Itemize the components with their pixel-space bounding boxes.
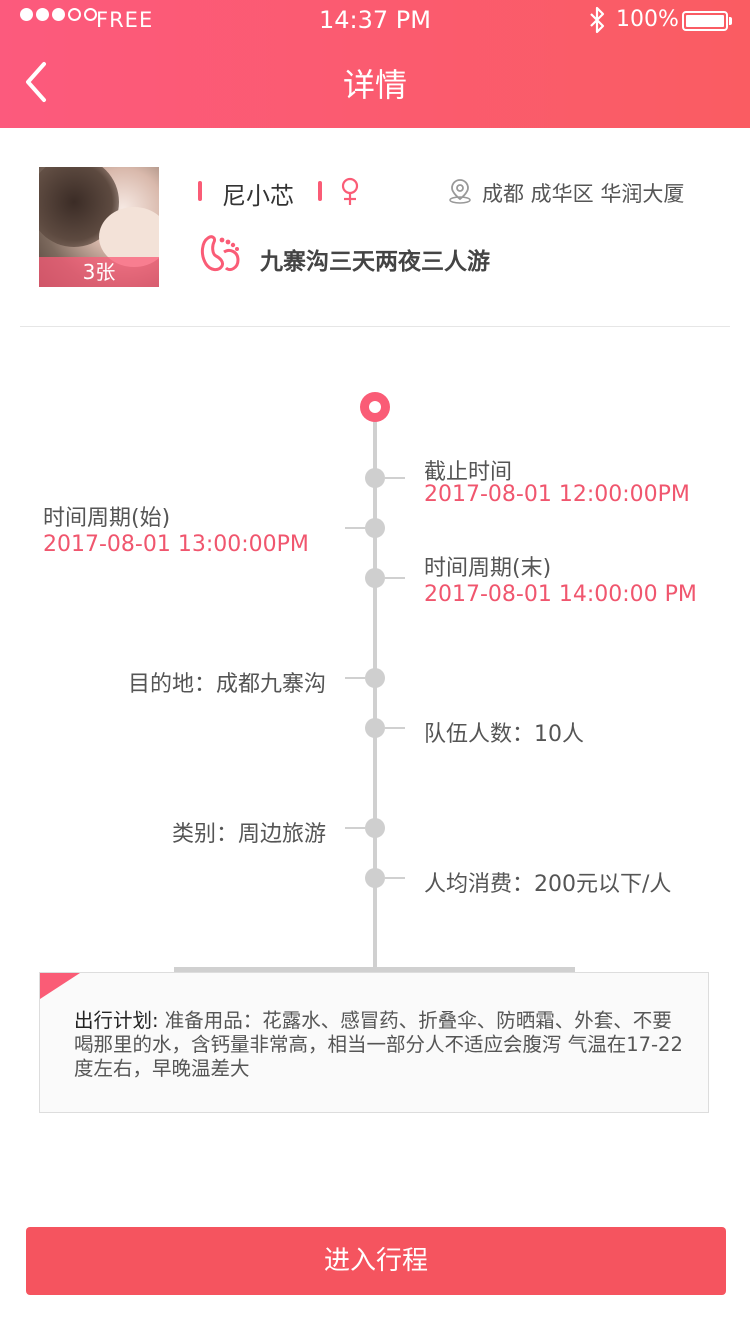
timeline-node — [365, 668, 385, 688]
timeline-tick — [385, 477, 405, 479]
female-icon — [341, 177, 359, 205]
plan-text: 出行计划: 准备用品：花露水、感冒药、折叠伞、防晒霜、外套、不要喝那里的水，含钙… — [74, 1009, 684, 1081]
plan-body: 准备用品：花露水、感冒药、折叠伞、防晒霜、外套、不要喝那里的水，含钙量非常高，相… — [74, 1009, 683, 1080]
app-header: FREE 14:37 PM 100% 详情 — [0, 0, 750, 128]
timeline-tick — [345, 827, 365, 829]
user-location: 成都 成华区 华润大厦 — [482, 182, 685, 206]
period-end-value: 2017-08-01 14:00:00 PM — [424, 582, 697, 607]
location-pin-icon — [449, 179, 471, 204]
timeline-node — [365, 518, 385, 538]
trip-title: 九寨沟三天两夜三人游 — [260, 249, 490, 275]
period-end-label: 时间周期(末) — [424, 556, 552, 581]
timeline-tick — [385, 727, 405, 729]
name-bar-right — [318, 181, 322, 201]
battery-tip — [729, 17, 732, 25]
timeline-node — [365, 818, 385, 838]
plan-key: 出行计划: — [74, 1009, 159, 1032]
user-name: 尼小芯 — [222, 182, 294, 210]
travel-plan-card: 出行计划: 准备用品：花露水、感冒药、折叠伞、防晒霜、外套、不要喝那里的水，含钙… — [39, 972, 709, 1113]
destination-label: 目的地：成都九寨沟 — [127, 672, 326, 697]
timeline-tick — [385, 577, 405, 579]
plan-corner-marker — [40, 973, 80, 999]
timeline-node — [365, 568, 385, 588]
team-size-label: 队伍人数：10人 — [424, 722, 584, 747]
user-photo[interactable]: 3张 — [39, 167, 159, 287]
name-bar-left — [198, 181, 202, 201]
footprints-icon — [200, 235, 240, 272]
cost-label: 人均消费：200元以下/人 — [424, 872, 672, 897]
timeline-node — [365, 718, 385, 738]
battery-icon — [682, 11, 728, 31]
timeline-start-marker — [360, 392, 390, 422]
timeline-tick — [345, 677, 365, 679]
page-title: 详情 — [342, 66, 407, 104]
enter-itinerary-button[interactable]: 进入行程 — [26, 1227, 726, 1295]
category-label: 类别：周边旅游 — [171, 822, 326, 847]
section-divider — [20, 326, 730, 327]
bluetooth-icon — [590, 6, 605, 34]
status-bar: FREE 14:37 PM 100% — [0, 0, 750, 40]
timeline-node — [365, 468, 385, 488]
photo-count-badge: 3张 — [39, 257, 159, 287]
timeline-node — [365, 868, 385, 888]
period-start-label: 时间周期(始) — [43, 506, 171, 531]
timeline-tick — [345, 527, 365, 529]
timeline-tick — [385, 877, 405, 879]
period-start-value: 2017-08-01 13:00:00PM — [43, 532, 309, 557]
deadline-value: 2017-08-01 12:00:00PM — [424, 482, 690, 507]
battery-percent: 100% — [616, 7, 679, 32]
